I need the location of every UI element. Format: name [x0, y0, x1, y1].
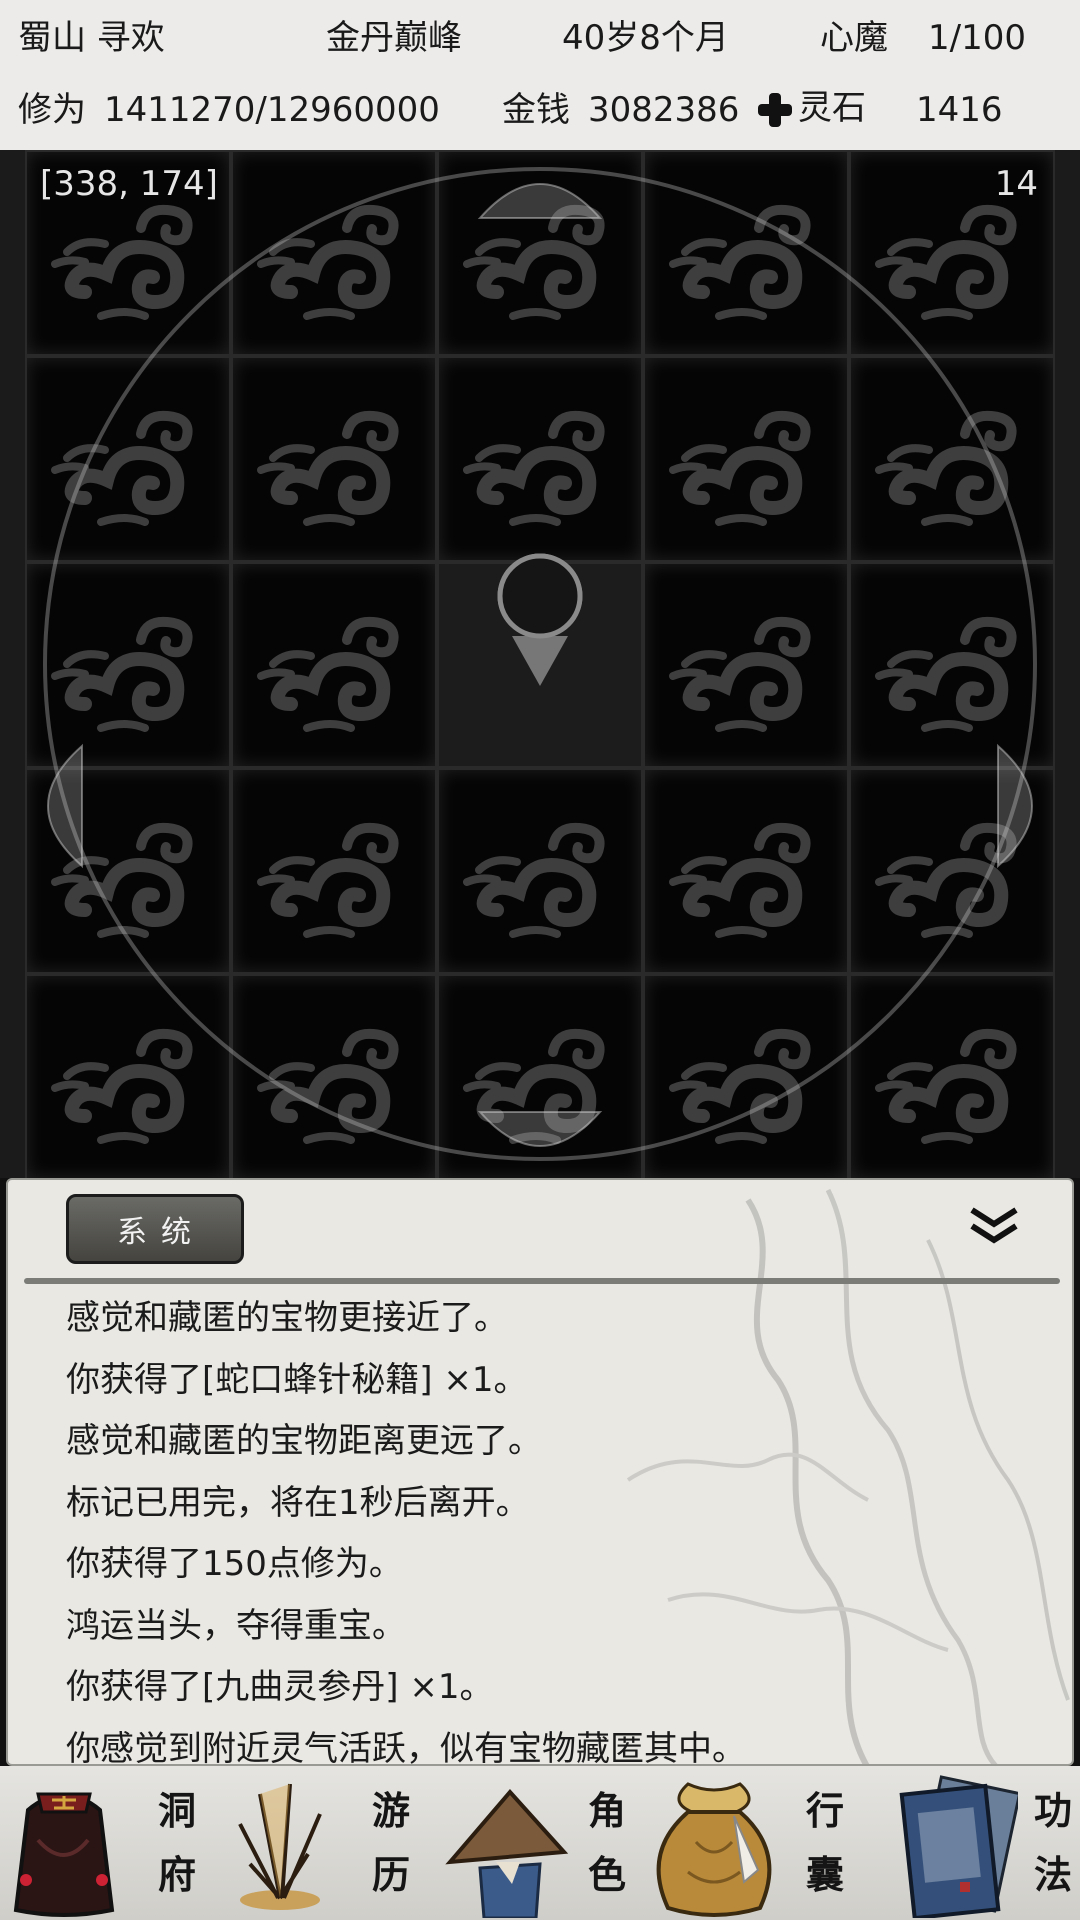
cave-bag-icon: [13, 1792, 115, 1917]
log-line: 感觉和藏匿的宝物距离更远了。: [66, 1421, 542, 1461]
message-log: 系统 感觉和藏匿的宝物更接近了。 你获得了[蛇口蜂针秘籍] ×1。 感觉和藏匿的宝物…: [6, 1178, 1074, 1766]
character-age: 40岁8个月: [562, 18, 729, 58]
scroll-book-icon: [899, 1775, 1018, 1918]
cultivation-value: 1411270/12960000: [104, 90, 440, 130]
cloud-swirl-icon: [51, 616, 193, 732]
log-line: 你获得了150点修为。: [66, 1544, 403, 1584]
cloud-swirl-icon: [669, 1028, 811, 1144]
nav-travel[interactable]: 游 历: [216, 1766, 432, 1920]
money-value: 3082386: [588, 90, 740, 130]
map-tile[interactable]: [643, 974, 849, 1178]
map-tile[interactable]: [437, 356, 643, 562]
status-header: 蜀山 寻欢 金丹巅峰 40岁8个月 心魔 1/100 修为 1411270/12…: [0, 0, 1080, 150]
nav-character[interactable]: 角 色: [432, 1766, 648, 1920]
log-divider: [24, 1278, 1060, 1284]
map-tile[interactable]: [437, 768, 643, 974]
exploration-map: [338, 174] 14: [0, 150, 1080, 1178]
log-line: 你感觉到附近灵气活跃，似有宝物藏匿其中。: [66, 1728, 746, 1766]
cloud-swirl-icon: [51, 410, 193, 526]
collapse-chevron-icon[interactable]: [966, 1204, 1022, 1248]
map-tile[interactable]: [231, 562, 437, 768]
nav-techniques-bottom-char: 法: [1033, 1852, 1072, 1897]
move-left-arrow[interactable]: [24, 736, 84, 876]
nav-cave-top-char: 洞: [157, 1788, 196, 1833]
map-tile[interactable]: [231, 356, 437, 562]
cloud-swirl-icon: [257, 822, 399, 938]
spirit-stone-label: 灵石: [798, 88, 866, 128]
bottom-navigation: 洞 府 游 历 角 色 行 囊 功 法: [0, 1766, 1080, 1920]
move-up-arrow[interactable]: [470, 160, 610, 220]
spirit-stone-icon: [756, 91, 794, 129]
map-tile[interactable]: [231, 768, 437, 974]
cultivation-realm: 金丹巅峰: [326, 18, 462, 58]
map-tile[interactable]: [25, 356, 231, 562]
cloud-swirl-icon: [463, 822, 605, 938]
cloud-swirl-icon: [875, 410, 1017, 526]
heart-demon-label: 心魔: [820, 18, 888, 58]
cloud-swirl-icon: [257, 204, 399, 320]
map-tile[interactable]: [643, 150, 849, 356]
nav-character-bottom-char: 色: [587, 1852, 626, 1897]
map-tile[interactable]: [643, 562, 849, 768]
spirit-stone: 灵石: [756, 88, 866, 129]
move-down-arrow[interactable]: [470, 1110, 610, 1170]
log-line: 你获得了[蛇口蜂针秘籍] ×1。: [66, 1359, 528, 1400]
money-label: 金钱: [502, 90, 570, 130]
cloud-swirl-icon: [669, 616, 811, 732]
log-line: 鸿运当头，夺得重宝。: [66, 1605, 406, 1646]
map-tile[interactable]: [849, 974, 1055, 1178]
nav-character-top-char: 角: [587, 1788, 626, 1833]
nav-inventory-bottom-char: 囊: [805, 1852, 844, 1897]
move-right-arrow[interactable]: [996, 736, 1056, 876]
cultivation-label: 修为: [18, 90, 86, 130]
cloud-swirl-icon: [669, 204, 811, 320]
cloud-swirl-icon: [257, 1028, 399, 1144]
log-messages: 感觉和藏匿的宝物更接近了。 你获得了[蛇口蜂针秘籍] ×1。 感觉和藏匿的宝物距离更…: [66, 1288, 1046, 1766]
heart-demon-value: 1/100: [928, 18, 1026, 58]
nav-cave-dwelling[interactable]: 洞 府: [0, 1766, 216, 1920]
log-line: 你获得了[九曲灵参丹] ×1。: [66, 1667, 494, 1707]
map-coordinates: [338, 174]: [40, 164, 218, 204]
nav-cave-bottom-char: 府: [157, 1852, 196, 1897]
log-line: 感觉和藏匿的宝物更接近了。: [66, 1298, 508, 1338]
grass-icon: [238, 1783, 322, 1910]
cloud-swirl-icon: [51, 204, 193, 320]
log-line: 标记已用完，将在1秒后离开。: [66, 1482, 530, 1523]
straw-hat-icon: [445, 1788, 569, 1918]
map-tile[interactable]: [231, 974, 437, 1178]
map-tile[interactable]: [231, 150, 437, 356]
nav-travel-top-char: 游: [371, 1788, 410, 1833]
cloud-swirl-icon: [669, 410, 811, 526]
location-pin-icon: [497, 553, 583, 686]
nav-inventory-top-char: 行: [805, 1788, 844, 1833]
cloud-swirl-icon: [875, 616, 1017, 732]
cloud-swirl-icon: [463, 410, 605, 526]
remaining-steps: 14: [994, 164, 1038, 204]
nav-techniques-top-char: 功: [1033, 1788, 1072, 1833]
cloud-swirl-icon: [51, 1028, 193, 1144]
cloud-swirl-icon: [875, 1028, 1017, 1144]
map-tile[interactable]: [643, 768, 849, 974]
map-tile[interactable]: [25, 974, 231, 1178]
nav-techniques[interactable]: 功 法: [864, 1766, 1080, 1920]
map-tile[interactable]: [849, 356, 1055, 562]
cloud-swirl-icon: [669, 822, 811, 938]
map-tile[interactable]: [643, 356, 849, 562]
spirit-stone-value: 1416: [916, 90, 1003, 130]
location-name: 蜀山 寻欢: [18, 18, 165, 58]
tab-system[interactable]: 系统: [66, 1194, 244, 1264]
nav-travel-bottom-char: 历: [371, 1852, 410, 1897]
nav-inventory[interactable]: 行 囊: [648, 1766, 864, 1920]
cloud-swirl-icon: [257, 410, 399, 526]
cloud-swirl-icon: [257, 616, 399, 732]
pouch-icon: [656, 1782, 772, 1917]
cloud-swirl-icon: [875, 204, 1017, 320]
